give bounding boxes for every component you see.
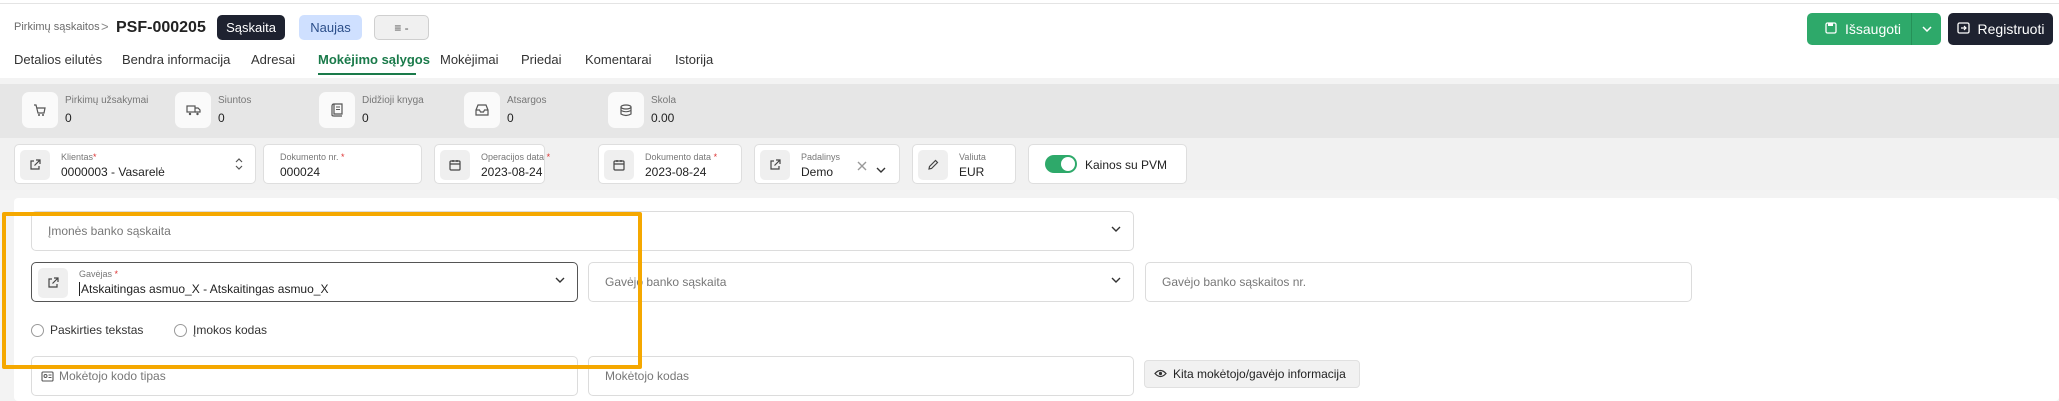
required-mark: * <box>341 152 345 162</box>
stat-label: Didžioji knyga <box>362 95 424 106</box>
active-tab-indicator <box>318 73 416 75</box>
operation-date-value: 2023-08-24 <box>481 165 543 179</box>
required-mark: * <box>546 152 551 162</box>
tab-attachments[interactable]: Priedai <box>521 52 561 67</box>
department-field[interactable]: Padalinys Demo <box>754 144 900 184</box>
actions-menu-button[interactable]: ≡ - <box>374 15 429 40</box>
stat-label: Siuntos <box>218 95 252 106</box>
document-date-label: Dokumento data <box>645 152 712 162</box>
document-date-value: 2023-08-24 <box>645 165 707 179</box>
page-title: PSF-000205 <box>116 19 206 36</box>
client-label: Klientas <box>61 152 94 162</box>
payee-bank-account-number-placeholder: Gavėjo banko sąskaitos nr. <box>1162 275 1307 289</box>
document-number-value: 000024 <box>280 165 321 179</box>
document-date-field[interactable]: Dokumento data * 2023-08-24 <box>598 144 742 184</box>
tab-detail-lines[interactable]: Detalios eilutės <box>14 52 102 67</box>
tab-addresses[interactable]: Adresai <box>251 52 295 67</box>
chevron-down-icon <box>1111 223 1121 235</box>
coins-icon <box>608 92 644 128</box>
inbox-icon <box>464 92 500 128</box>
client-value: 0000003 - Vasarelė <box>61 165 165 179</box>
stats-bar <box>0 84 2059 138</box>
department-value: Demo <box>801 165 834 179</box>
register-button-label: Registruoti <box>1977 21 2045 37</box>
eye-icon <box>1154 367 1167 381</box>
highlight-box <box>2 212 642 369</box>
department-label: Padalinys <box>801 152 841 162</box>
save-options-chevron-icon[interactable] <box>1912 26 1941 32</box>
client-field[interactable]: Klientas* 0000003 - Vasarelė <box>14 144 256 184</box>
breadcrumb-separator: > <box>101 19 109 34</box>
external-link-icon[interactable] <box>20 150 50 180</box>
save-icon <box>1825 21 1837 37</box>
pencil-icon[interactable] <box>918 150 948 180</box>
required-mark: * <box>93 152 97 162</box>
payee-bank-account-select[interactable]: Gavėjo banko sąskaita <box>588 262 1134 302</box>
stat-label: Atsargos <box>507 95 547 106</box>
tab-history[interactable]: Istorija <box>675 52 713 67</box>
tab-general-info[interactable]: Bendra informacija <box>122 52 230 67</box>
register-button[interactable]: Registruoti <box>1948 13 2053 45</box>
tab-comments[interactable]: Komentarai <box>585 52 651 67</box>
tab-payments[interactable]: Mokėjimai <box>440 52 499 67</box>
chevron-down-icon[interactable] <box>876 160 886 178</box>
document-number-field[interactable]: Dokumento nr. * 000024 <box>263 144 422 184</box>
stat-label: Skola <box>651 95 677 106</box>
top-divider <box>0 3 2059 4</box>
prices-with-vat-field: Kainos su PVM <box>1028 144 1187 184</box>
operation-date-field[interactable]: Operacijos data * 2023-08-24 <box>434 144 550 184</box>
save-button[interactable]: Išsaugoti <box>1807 13 1941 45</box>
required-mark: * <box>713 152 718 162</box>
other-payer-payee-info-label: Kita mokėtojo/gavėjo informacija <box>1173 367 1346 381</box>
status-badge: Naujas <box>299 15 362 40</box>
cart-icon <box>22 92 58 128</box>
document-number-label: Dokumento nr. <box>280 152 339 162</box>
stat-value: 0 <box>65 111 72 125</box>
id-card-icon <box>41 369 54 387</box>
stat-value: 0.00 <box>651 111 675 125</box>
ledger-icon <box>319 92 355 128</box>
payer-code-placeholder: Mokėtojo kodas <box>605 369 690 383</box>
currency-value: EUR <box>959 165 985 179</box>
stat-value: 0 <box>362 111 369 125</box>
chevron-down-icon <box>1111 274 1121 286</box>
calendar-icon[interactable] <box>440 150 470 180</box>
prices-with-vat-toggle[interactable] <box>1045 155 1077 173</box>
payer-code-type-placeholder: Mokėtojo kodo tipas <box>59 369 166 383</box>
select-updown-icon <box>235 157 243 176</box>
register-icon <box>1956 21 1970 37</box>
stat-label: Pirkimų užsakymai <box>65 95 149 106</box>
currency-label: Valiuta <box>959 152 986 162</box>
stat-value: 0 <box>218 111 225 125</box>
type-badge: Sąskaita <box>217 15 285 40</box>
calendar-icon[interactable] <box>604 150 634 180</box>
save-button-label: Išsaugoti <box>1845 21 1902 37</box>
payer-code-input[interactable]: Mokėtojo kodas <box>588 356 1134 396</box>
payee-bank-account-number-input[interactable]: Gavėjo banko sąskaitos nr. <box>1145 262 1692 302</box>
other-payer-payee-info-button[interactable]: Kita mokėtojo/gavėjo informacija <box>1144 360 1360 388</box>
clear-icon[interactable] <box>857 158 867 176</box>
stat-value: 0 <box>507 111 514 125</box>
external-link-icon[interactable] <box>760 150 790 180</box>
breadcrumb[interactable]: Pirkimų sąskaitos <box>14 21 100 33</box>
truck-icon <box>175 92 211 128</box>
prices-with-vat-label: Kainos su PVM <box>1085 158 1168 172</box>
operation-date-label: Operacijos data <box>481 152 545 162</box>
tab-payment-terms[interactable]: Mokėjimo sąlygos <box>318 52 430 67</box>
currency-field[interactable]: Valiuta EUR <box>912 144 1016 184</box>
